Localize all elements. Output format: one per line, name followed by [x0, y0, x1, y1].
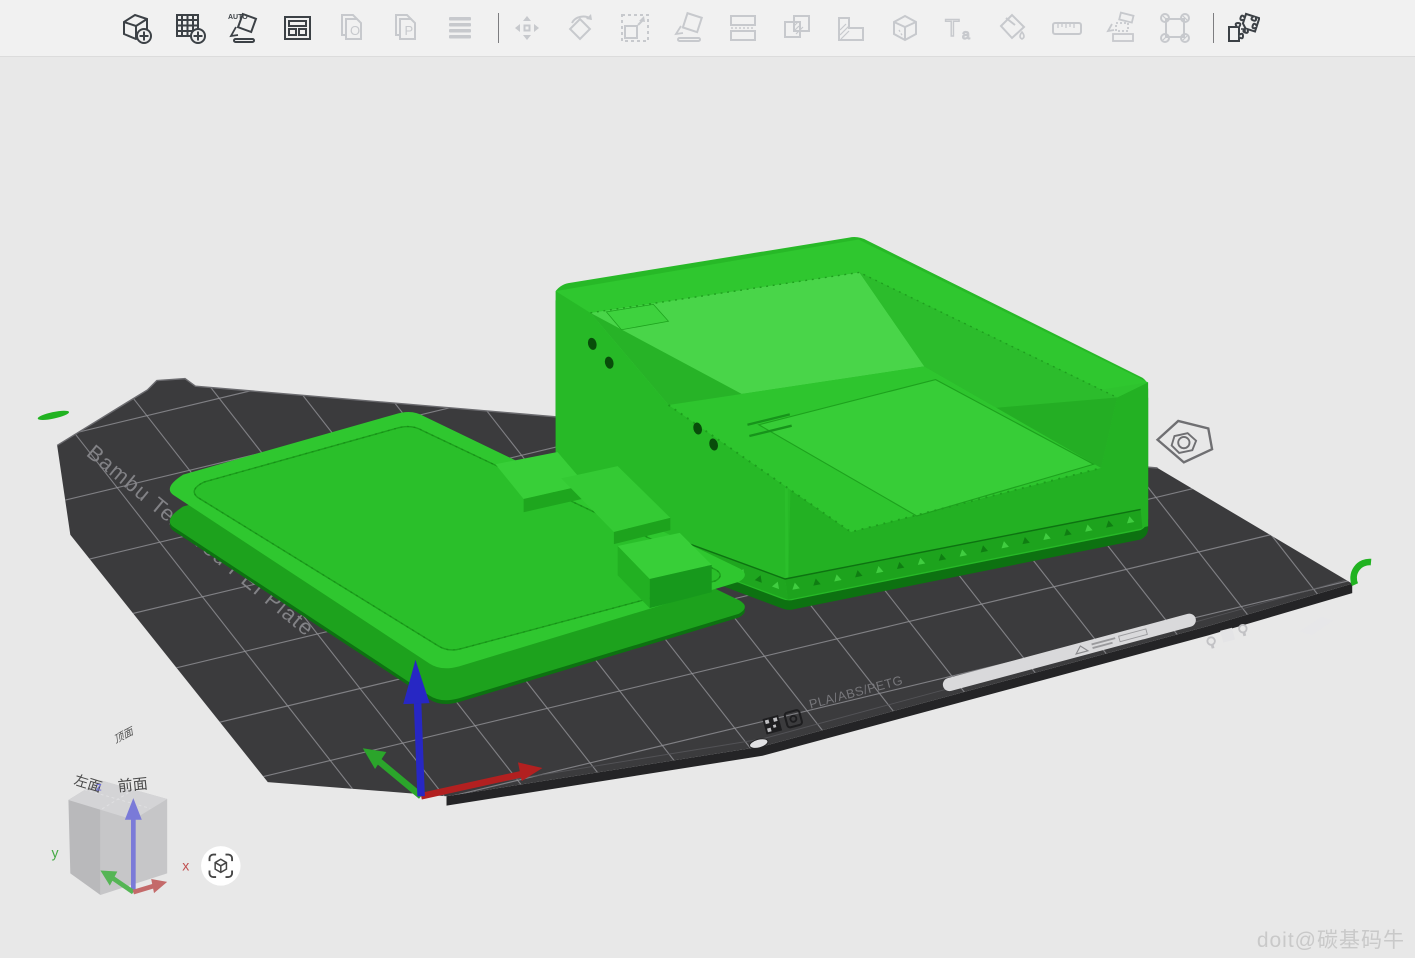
seam-tool-button[interactable]: [1157, 8, 1193, 48]
auto-orient-icon: AUTO: [226, 10, 262, 46]
paint-tool-button[interactable]: [995, 8, 1031, 48]
toolbar-separator: [498, 13, 499, 43]
text-tool-icon: T a: [941, 10, 977, 46]
auto-orient-button[interactable]: AUTO: [226, 8, 262, 48]
slicer-app: { "toolbar": { "items": [ {"name":"add-o…: [0, 0, 1415, 958]
fit-view-button[interactable]: [201, 846, 241, 886]
measure-tool-button[interactable]: [1049, 8, 1085, 48]
svg-text:a: a: [962, 26, 970, 42]
boolean-union-icon: [833, 10, 869, 46]
scale-icon: [617, 10, 653, 46]
split-to-parts-button[interactable]: [779, 8, 815, 48]
axis-label-x: x: [182, 858, 189, 874]
watermark: doit@碳基码牛: [1257, 924, 1405, 954]
add-plate-button[interactable]: [172, 8, 208, 48]
split-to-objects-button[interactable]: [725, 8, 761, 48]
axis-label-y: y: [52, 844, 60, 860]
axis-label-z: z: [96, 780, 102, 794]
text-tool-button[interactable]: T a: [941, 8, 977, 48]
scene-canvas: Bambu Textured PEI Plate PLA/ABS/PETG: [0, 57, 1415, 958]
rotate-button[interactable]: [563, 8, 599, 48]
toolbar-separator: [1213, 13, 1214, 43]
measure-icon: [1049, 10, 1085, 46]
move-icon: [509, 10, 545, 46]
boolean-union-button[interactable]: [833, 8, 869, 48]
plate-nut-marker-icon: [1158, 421, 1213, 462]
layers-button[interactable]: [442, 8, 478, 48]
add-plate-icon: [172, 10, 208, 46]
axis-z-shaft: [417, 697, 421, 797]
nav-cube-front-label: 前面: [117, 775, 149, 795]
move-button[interactable]: [509, 8, 545, 48]
viewport-3d[interactable]: Bambu Textured PEI Plate PLA/ABS/PETG: [0, 57, 1415, 958]
nav-axis-x: [133, 886, 155, 893]
lay-on-face-button[interactable]: [671, 8, 707, 48]
arrange-button[interactable]: [280, 8, 316, 48]
mesh-cut-icon: [887, 10, 923, 46]
top-toolbar: AUTO O P: [0, 0, 1415, 57]
green-fragment-right: [1354, 562, 1371, 585]
paste-icon: P: [388, 10, 424, 46]
layers-icon: [442, 10, 478, 46]
add-object-icon: [118, 10, 154, 46]
support-paint-icon: [1103, 10, 1139, 46]
add-object-button[interactable]: [118, 8, 154, 48]
support-paint-button[interactable]: [1103, 8, 1139, 48]
svg-text:T: T: [945, 15, 960, 42]
nav-cube-top-label: 顶面: [114, 725, 134, 747]
svg-text:O: O: [350, 23, 360, 38]
copy-button[interactable]: O: [334, 8, 370, 48]
rotate-icon: [563, 10, 599, 46]
paint-tool-icon: [995, 10, 1031, 46]
svg-text:P: P: [405, 23, 414, 38]
lay-on-face-icon: [671, 10, 707, 46]
green-fragment-left: [37, 409, 70, 422]
nav-axis-x-head: [151, 879, 167, 893]
copy-icon: O: [334, 10, 370, 46]
mesh-cut-button[interactable]: [887, 8, 923, 48]
nav-cube[interactable]: 顶面 左面 前面 z y x: [52, 725, 190, 895]
split-objects-icon: [725, 10, 761, 46]
assemble-icon: [1224, 10, 1260, 46]
scale-button[interactable]: [617, 8, 653, 48]
paste-button[interactable]: P: [388, 8, 424, 48]
arrange-icon: [280, 10, 316, 46]
seam-tool-icon: [1157, 10, 1193, 46]
assemble-button[interactable]: [1224, 8, 1260, 48]
split-parts-icon: [779, 10, 815, 46]
plate-corner-marking: [1300, 617, 1334, 636]
